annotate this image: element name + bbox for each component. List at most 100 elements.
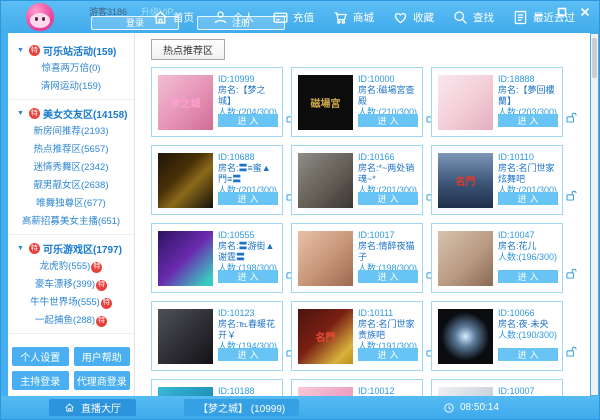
room-id: ID:10688 [218, 152, 279, 163]
room-card: ID:10007房名:×亲×爱『大明星』进入 [431, 379, 563, 396]
room-card: ID:18888房名:【夢回樓蘭】人数:(203/300)进入 [431, 67, 563, 137]
enter-room-button[interactable]: 进入 [498, 114, 558, 127]
enter-room-button[interactable]: 进入 [218, 270, 278, 283]
room-thumbnail[interactable]: 磁場宮 [298, 75, 353, 130]
sidebar-item[interactable]: 唯舞独尊区(677) [8, 195, 134, 213]
topbar: 游客3186 升级VIP 登录 注册 首页个人充值商城收藏查找最近去过 [1, 1, 599, 33]
app-window: 游客3186 升级VIP 登录 注册 首页个人充值商城收藏查找最近去过 ▼特可乐… [0, 0, 600, 420]
sidebar-group-header[interactable]: ▼特美女交友区(14158) [8, 103, 134, 123]
enter-room-button[interactable]: 进入 [358, 114, 418, 127]
enter-room-button[interactable]: 进入 [218, 114, 278, 127]
room-thumbnail[interactable] [298, 153, 353, 208]
maximize-icon[interactable] [557, 7, 567, 17]
bottombar: 直播大厅 【梦之城】 (10999) 08:50:14 [1, 396, 599, 419]
special-badge: 特 [29, 243, 40, 254]
room-thumbnail[interactable]: 名門 [438, 153, 493, 208]
enter-room-button[interactable]: 进入 [498, 192, 558, 205]
collapse-arrow-icon[interactable]: ▼ [17, 110, 26, 117]
sidebar-item[interactable]: 靓男靓女区(2638) [8, 177, 134, 195]
lobby-button[interactable]: 直播大厅 [49, 399, 136, 416]
room-thumbnail[interactable]: 梦之城 [158, 75, 213, 130]
sidebar-button-用户帮助[interactable]: 用户帮助 [74, 347, 131, 366]
main-content: 热点推荐区 梦之城ID:10999房名:【梦之城】人数:(204/300)进入磁… [134, 33, 590, 396]
minimize-icon[interactable] [534, 7, 544, 17]
enter-room-button[interactable]: 进入 [358, 192, 418, 205]
room-card: ID:10688房名:〓≡蜜▲門≡〓人数:(201/300)进入 [151, 145, 283, 215]
sidebar-item[interactable]: 豪车漂移(399)特 [8, 276, 134, 294]
current-room-tab[interactable]: 【梦之城】 (10999) [184, 399, 299, 416]
favorite-icon [392, 9, 409, 26]
nav-item-商城[interactable]: 商城 [332, 9, 374, 26]
room-id: ID:10123 [218, 308, 279, 319]
scrollbar-thumb[interactable] [592, 38, 597, 78]
enter-room-button[interactable]: 进入 [358, 348, 418, 361]
sidebar-item[interactable]: 热点推荐区(5657) [8, 141, 134, 159]
sidebar-item[interactable]: 一起捕鱼(288)特 [8, 312, 134, 330]
room-id: ID:10188 [218, 386, 279, 396]
sidebar-groups: ▼特可乐站活动(159)惊喜两万倍(0)清网运动(159) ▼特美女交友区(141… [8, 33, 134, 342]
room-name: 房名:磁場宮查殿 [358, 85, 419, 107]
home-icon [64, 402, 75, 413]
window-controls [534, 7, 590, 17]
room-thumbnail[interactable] [158, 231, 213, 286]
room-id: ID:10555 [218, 230, 279, 241]
special-badge: 特 [91, 262, 102, 273]
sidebar: ▼特可乐站活动(159)惊喜两万倍(0)清网运动(159) ▼特美女交友区(141… [8, 33, 134, 396]
room-id: ID:10047 [498, 230, 559, 241]
room-card: 磁場宮ID:10000房名:磁場宮查殿人数:(210/300)进入 [291, 67, 423, 137]
room-thumbnail[interactable] [158, 387, 213, 396]
room-id: ID:10007 [498, 386, 559, 396]
lock-open-icon [565, 111, 578, 129]
room-card: ID:10166房名:*~两处销魂~*人数:(201/300)进入 [291, 145, 423, 215]
vertical-scrollbar[interactable] [591, 34, 598, 395]
room-thumbnail[interactable] [438, 309, 493, 364]
enter-room-button[interactable]: 进入 [218, 192, 278, 205]
room-thumbnail[interactable]: 名門 [298, 309, 353, 364]
enter-room-button[interactable]: 进入 [218, 348, 278, 361]
sidebar-item[interactable]: 新房间推荐(2193) [8, 123, 134, 141]
sidebar-button-个人设置[interactable]: 个人设置 [12, 347, 69, 366]
nav-item-查找[interactable]: 查找 [452, 9, 494, 26]
enter-room-button[interactable]: 进入 [358, 270, 418, 283]
nav-item-个人[interactable]: 个人 [212, 9, 254, 26]
room-thumbnail[interactable] [438, 231, 493, 286]
mall-icon [332, 9, 349, 26]
nav-item-充值[interactable]: 充值 [272, 9, 314, 26]
lock-open-icon [565, 345, 578, 363]
room-thumbnail[interactable] [438, 75, 493, 130]
sidebar-item[interactable]: 龙虎豹(555)特 [8, 258, 134, 276]
app-logo-mascot [26, 3, 54, 31]
enter-room-button[interactable]: 进入 [498, 348, 558, 361]
room-name: 房名:名门世家炫舞吧 [498, 163, 559, 185]
sidebar-group-header[interactable]: ▼特可乐站活动(159) [8, 40, 134, 60]
close-icon[interactable] [580, 7, 590, 17]
enter-room-button[interactable]: 进入 [498, 270, 558, 283]
tab-hot-recommend[interactable]: 热点推荐区 [151, 39, 225, 60]
collapse-arrow-icon[interactable]: ▼ [17, 47, 26, 54]
sidebar-item[interactable]: 迷情秀舞区(2342) [8, 159, 134, 177]
room-card: ID:10047房名:花儿人数:(196/300)进入 [431, 223, 563, 293]
sidebar-button-代理商登录[interactable]: 代理商登录 [74, 371, 131, 390]
room-thumbnail[interactable] [158, 153, 213, 208]
sidebar-button-主持登录[interactable]: 主持登录 [12, 371, 69, 390]
sidebar-item[interactable]: 牛牛世界场(555)特 [8, 294, 134, 312]
room-thumbnail[interactable]: 倾城之恋 [298, 387, 353, 396]
room-id: ID:18888 [498, 74, 559, 85]
room-name: 房名:℡春暖花开￥ [218, 319, 279, 341]
room-thumbnail[interactable] [158, 309, 213, 364]
room-thumbnail[interactable] [298, 231, 353, 286]
sidebar-item[interactable]: 高薪招募美女主播(651) [8, 213, 134, 231]
nav-item-收藏[interactable]: 收藏 [392, 9, 434, 26]
nav-item-首页[interactable]: 首页 [152, 9, 194, 26]
search-icon [452, 9, 469, 26]
sidebar-group-header[interactable]: ▼特可乐游戏区(1797) [8, 238, 134, 258]
clock-time: 08:50:14 [460, 402, 499, 413]
recent-icon [512, 9, 529, 26]
room-card: 倾城之恋ID:10012房名:倾城之恋人数:(188/300)进入 [291, 379, 423, 396]
clock-icon [443, 402, 455, 414]
room-thumbnail[interactable] [438, 387, 493, 396]
collapse-arrow-icon[interactable]: ▼ [17, 245, 26, 252]
sidebar-item[interactable]: 惊喜两万倍(0) [8, 60, 134, 78]
sidebar-item[interactable]: 清网运动(159) [8, 78, 134, 96]
room-name: 房名:*~两处销魂~* [358, 163, 419, 185]
